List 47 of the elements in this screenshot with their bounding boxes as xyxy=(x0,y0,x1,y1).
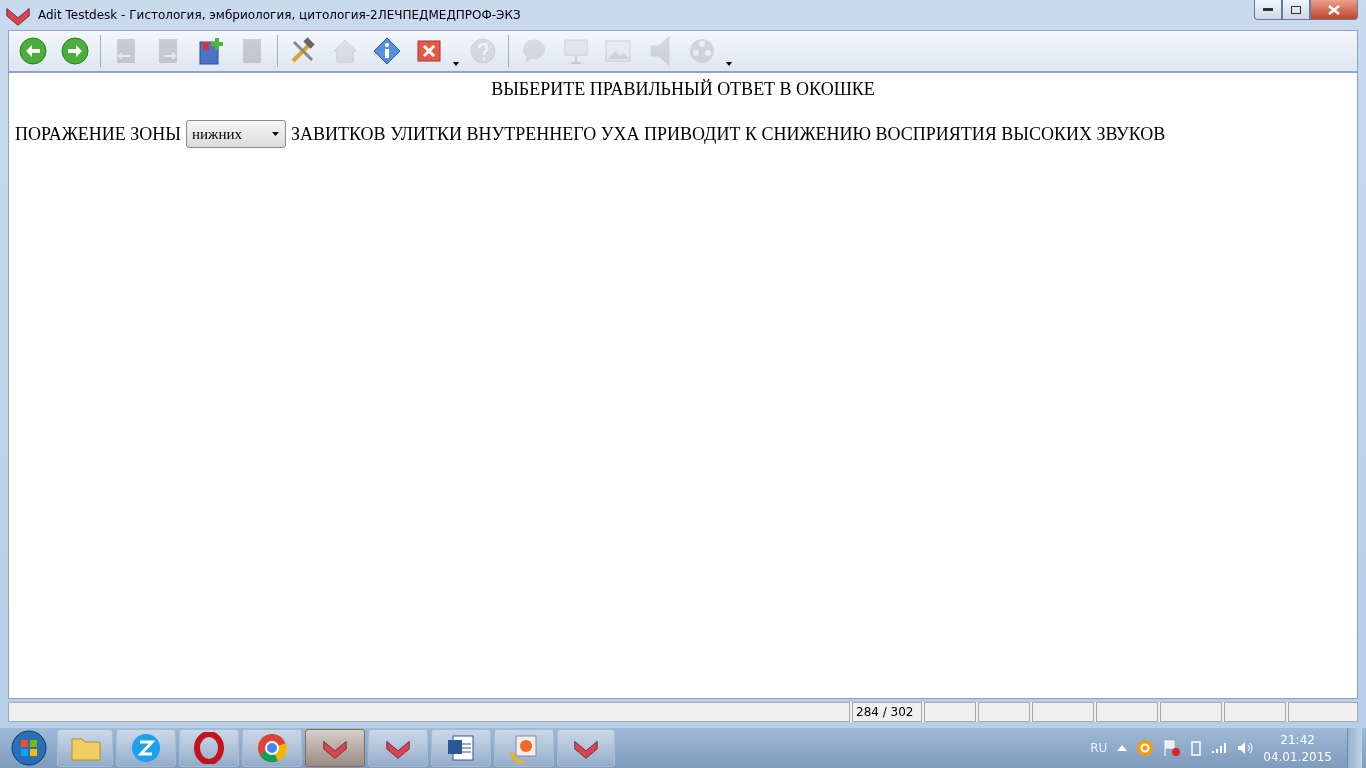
question-text: ЗАВИТКОВ УЛИТКИ ВНУТРЕННЕГО УХА ПРИВОДИТ К СНИЖЕНИЮ ВОСПРИЯТИЯ ВЫСОКИХ ЗВУКОВ xyxy=(291,123,1166,145)
taskbar-button[interactable] xyxy=(179,729,239,767)
status-cell xyxy=(924,702,976,722)
maximize-icon xyxy=(1291,5,1301,14)
ring-icon xyxy=(193,732,225,764)
document-icon xyxy=(445,732,477,764)
taskbar-button[interactable] xyxy=(242,729,302,767)
status-cell xyxy=(1032,702,1094,722)
flag-icon[interactable] xyxy=(1163,739,1182,757)
clock[interactable]: 21:42 04.01.2015 xyxy=(1263,732,1332,764)
up-arrow-icon[interactable] xyxy=(1117,745,1128,751)
close-icon xyxy=(1328,4,1340,15)
question-text: ПОРАЖЕНИЕ ЗОНЫ xyxy=(15,123,182,145)
battery-icon[interactable] xyxy=(1191,740,1202,756)
taskbar-button[interactable] xyxy=(305,729,365,767)
status-cell xyxy=(1288,702,1358,722)
question-counter: 284 / 302 xyxy=(852,702,922,722)
window-title: Adit Testdesk - Гистология, эмбриология, цитология-2ЛЕЧПЕДМЕДПРОФ-ЭКЗ xyxy=(38,8,521,22)
round-app-icon xyxy=(130,732,162,764)
answer-dropdown[interactable]: нижних xyxy=(186,120,287,148)
maximize-button[interactable] xyxy=(1282,0,1310,20)
caret-icon xyxy=(453,62,459,66)
status-cell xyxy=(1160,702,1222,722)
taskbar-button[interactable] xyxy=(431,729,491,767)
minimize-button[interactable] xyxy=(1254,0,1282,20)
browser-icon xyxy=(256,732,288,764)
round-app-icon[interactable] xyxy=(1137,740,1154,756)
picture-icon xyxy=(508,732,540,764)
close-button[interactable] xyxy=(1310,0,1358,20)
caret-icon xyxy=(726,62,732,66)
status-cell xyxy=(1224,702,1286,722)
speaker-icon xyxy=(649,36,671,66)
language-indicator[interactable]: RU xyxy=(1090,741,1108,755)
instruction-text: ВЫБЕРИТЕ ПРАВИЛЬНЫЙ ОТВЕТ В ОКОШКЕ xyxy=(490,79,876,100)
signal-icon[interactable] xyxy=(1211,742,1228,754)
status-cell xyxy=(1096,702,1158,722)
minimize-icon xyxy=(1263,7,1273,12)
taskbar-button[interactable] xyxy=(368,729,428,767)
help-icon xyxy=(468,36,498,66)
film-reel-icon xyxy=(687,36,717,66)
speaker-icon[interactable] xyxy=(1237,741,1254,755)
presentation-board-icon xyxy=(561,36,591,66)
status-cell xyxy=(978,702,1030,722)
info-icon xyxy=(372,36,402,66)
taskbar-button[interactable] xyxy=(557,729,615,767)
caret-icon xyxy=(272,132,280,136)
show-desktop-button[interactable] xyxy=(1347,728,1362,768)
